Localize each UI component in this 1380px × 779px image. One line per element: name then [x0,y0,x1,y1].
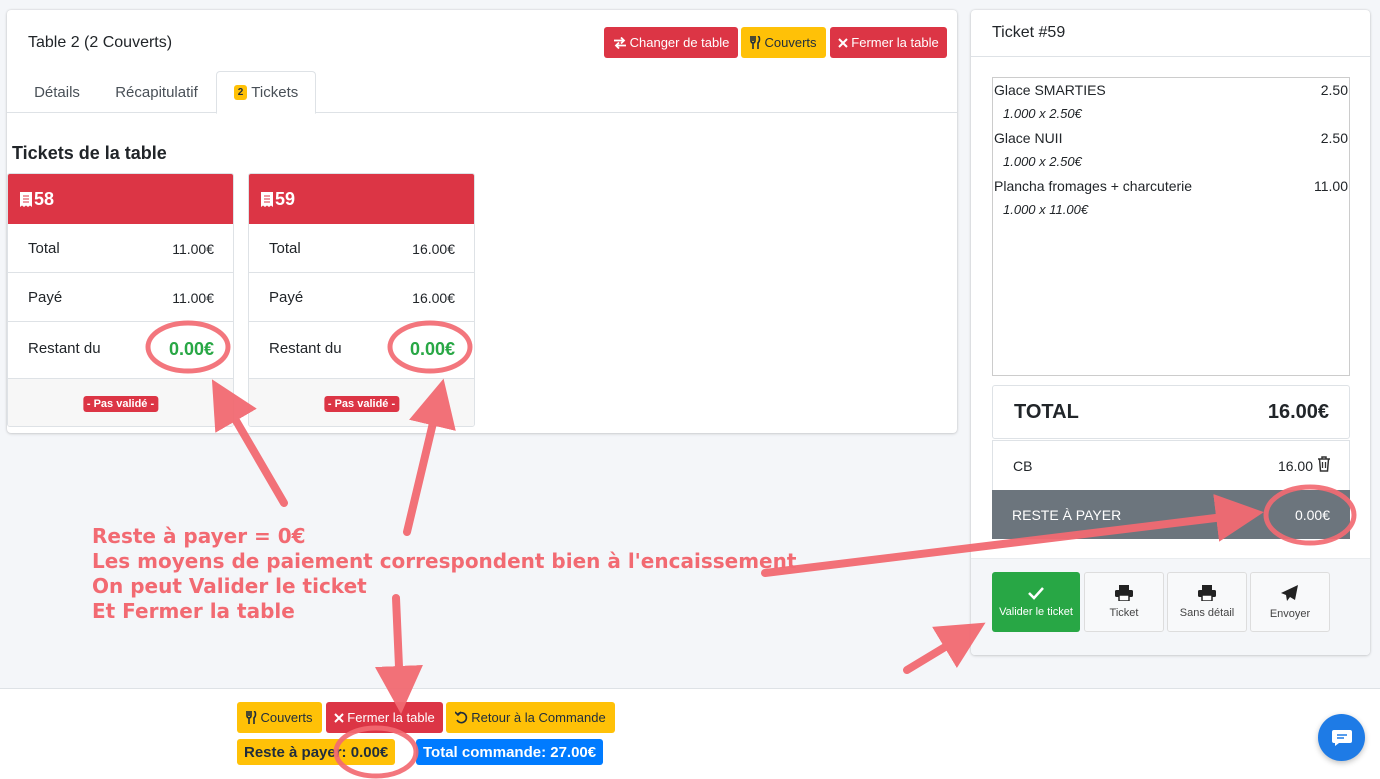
ticket-actions: Valider le ticket Ticket Sans détail Env… [971,558,1370,655]
ticket-card[interactable]: 58 Total 11.00€ Payé 11.00€ Restant du 0.00… [7,173,234,427]
ticket-line: Glace NUII 2.50 [994,130,1348,146]
bottom-couverts-button[interactable]: Couverts [237,702,322,733]
trash-icon[interactable] [1317,456,1331,472]
tabs: Détails Récapitulatif 2 Tickets [7,71,957,114]
printer-icon [1198,585,1216,601]
total-label: Total [269,240,301,257]
utensils-icon [750,36,761,49]
remaining-row: RESTE À PAYER 0.00€ [992,490,1350,539]
paid-value: 16.00€ [412,290,455,306]
ticket-line: Plancha fromages + charcuterie 11.00 [994,178,1348,194]
tab-details[interactable]: Détails [21,71,93,113]
ticket-lines[interactable]: Glace SMARTIES 2.50 1.000 x 2.50€ Glace N… [992,77,1350,376]
paid-label: Payé [269,289,304,306]
validate-ticket-button[interactable]: Valider le ticket [992,572,1080,632]
total-label: TOTAL [1014,401,1079,423]
couverts-button[interactable]: Couverts [741,27,826,58]
close-table-button[interactable]: Fermer la table [830,27,947,58]
receipt-icon [261,191,273,207]
chat-icon [1331,729,1352,746]
close-icon [334,712,344,723]
remaining-value: 0.00€ [409,339,455,359]
tab-recap[interactable]: Récapitulatif [100,71,213,113]
remaining-label: RESTE À PAYER [1012,507,1122,523]
ticket-line-detail: 1.000 x 11.00€ [1003,202,1089,217]
total-label: Total [28,240,60,257]
total-box: TOTAL 16.00€ [992,385,1350,439]
remaining-value: 0.00€ [1294,507,1330,523]
remaining-to-pay-badge: Reste à payer: 0.00€ [237,739,396,765]
total-order-badge: Total commande: 27.00€ [416,739,604,765]
total-value: 16.00€ [1267,401,1329,423]
ticket-line: Glace SMARTIES 2.50 [994,82,1348,98]
section-title: Tickets de la table [12,143,167,163]
paid-label: Payé [28,289,63,306]
utensils-icon [246,711,257,724]
ticket-number: 58 [34,188,55,209]
ticket-line-detail: 1.000 x 2.50€ [1003,154,1082,169]
annotation-text: Reste à payer = 0€ Les moyens de paiemen… [92,524,797,623]
ticket-panel: Ticket #59 Glace SMARTIES 2.50 1.000 x 2.… [971,10,1370,655]
remaining-label: Restant du [28,340,101,357]
print-no-detail-button[interactable]: Sans détail [1167,572,1247,632]
total-value: 16.00€ [412,241,455,257]
tickets-count-badge: 2 [233,85,248,100]
close-icon [838,37,848,48]
paper-plane-icon [1281,584,1299,602]
paid-value: 11.00€ [172,290,214,306]
annotation-arrow [903,622,986,674]
ticket-number: 59 [275,188,296,209]
payment-method: CB [1013,458,1033,474]
table-title: Table 2 (2 Couverts) [28,34,173,51]
send-button[interactable]: Envoyer [1250,572,1330,632]
change-table-button[interactable]: Changer de table [604,27,738,58]
remaining-value: 0.00€ [168,339,214,359]
printer-icon [1115,585,1133,601]
undo-icon [455,711,468,724]
chat-button[interactable] [1318,714,1365,761]
ticket-line-detail: 1.000 x 2.50€ [1003,106,1082,121]
print-ticket-button[interactable]: Ticket [1084,572,1164,632]
status-badge: - Pas validé - [82,396,159,412]
status-badge: - Pas validé - [323,396,400,412]
payment-row: CB 16.00 [992,440,1350,490]
check-icon [1027,586,1045,600]
total-value: 11.00€ [172,241,214,257]
bottom-close-table-button[interactable]: Fermer la table [326,702,443,733]
receipt-icon [20,191,32,207]
back-to-order-button[interactable]: Retour à la Commande [446,702,615,733]
table-card: Table 2 (2 Couverts) Changer de table Co… [7,10,957,433]
ticket-card-header: 59 [249,174,474,224]
ticket-card[interactable]: 59 Total 16.00€ Payé 16.00€ Restant du 0.00… [248,173,475,427]
ticket-card-header: 58 [8,174,233,224]
ticket-title: Ticket #59 [971,10,1370,57]
remaining-label: Restant du [269,340,342,357]
payment-amount: 16.00 [1277,458,1313,474]
bottom-bar: Couverts Fermer la table Retour à la Com… [0,688,1380,779]
tab-tickets[interactable]: 2 Tickets [216,71,316,114]
swap-icon [613,36,627,49]
